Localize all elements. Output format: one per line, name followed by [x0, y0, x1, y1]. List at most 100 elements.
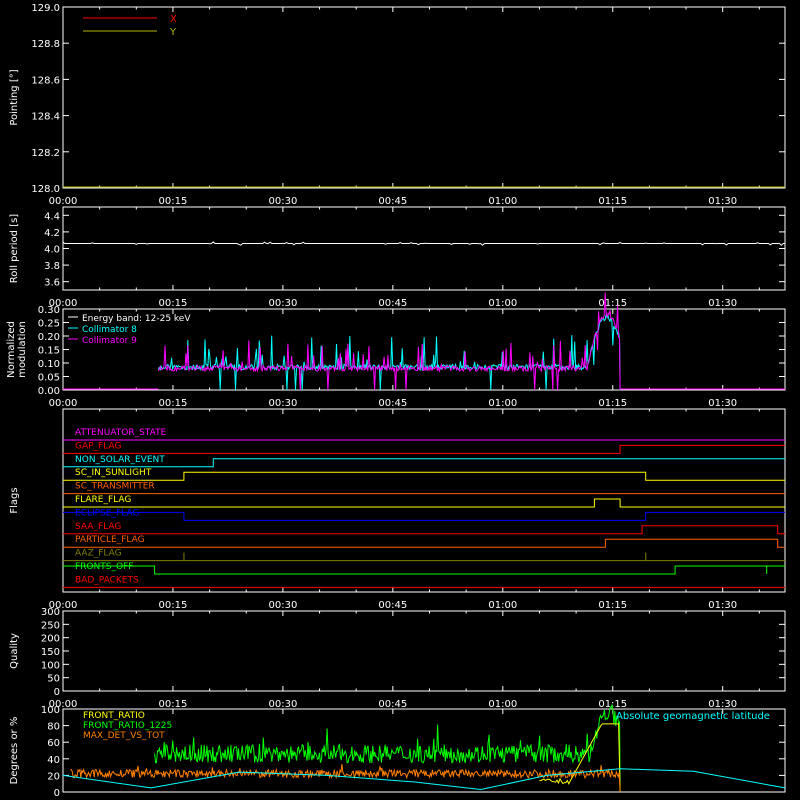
legend-label: MAX_DET_VS_TOT [83, 731, 165, 741]
x-tick-label: 01:15 [598, 600, 627, 611]
y-tick-label: 4.0 [44, 245, 60, 256]
panel-pointing: 128.0 128.2 128.4 128.6 128.8 129.0 00:00 00:15… [9, 3, 786, 207]
x-tick-label: 01:00 [488, 600, 517, 611]
y-tick-label: 128.0 [31, 184, 60, 195]
x-tick-label: 00:45 [378, 398, 407, 409]
flag-label: BAD_PACKETS [75, 575, 139, 585]
y-axis-label: Flags [9, 487, 20, 513]
x-tick-label: 01:15 [598, 398, 627, 409]
panel-quality: 05010015020025030000:00 00:15 00:30 00:45 01… [9, 607, 786, 710]
legend-label: Collimator 9 [82, 336, 137, 346]
panel-roll-period: 3.63.84.04.24.400:00 00:15 00:30 00:45 01:00… [9, 206, 786, 309]
y-tick-label: 0.15 [38, 346, 60, 357]
legend-label: Energy band: 12-25 keV [82, 314, 191, 324]
flag-label: FLARE_FLAG [75, 495, 131, 505]
y-tick-label: 3.8 [44, 261, 60, 272]
y-tick-label: 0.00 [38, 386, 60, 397]
legend-label: Collimator 8 [82, 325, 137, 335]
panel-ratios: 0 20 40 60 80 100 Degrees or % FRONT_RATIOFRONT… [9, 704, 786, 799]
series-roll-period [62, 241, 785, 246]
y-axis-label: modulation [17, 321, 28, 378]
annotation-geomagnetic-latitude: Absolute geomagnetic latitude [616, 711, 770, 722]
y-tick-label: 0.20 [38, 332, 60, 343]
x-tick-label: 00:15 [159, 398, 188, 409]
flag-line-sc-in-sunlight [63, 471, 785, 481]
flag-line-non-solar-event [63, 458, 785, 468]
y-axis-label: Degrees or % [9, 717, 20, 785]
y-tick-label: 300 [41, 607, 60, 618]
y-tick-label: 128.6 [31, 75, 60, 86]
legend-label: X [170, 14, 177, 25]
x-tick-label: 01:30 [708, 196, 737, 207]
x-tick-label: 00:30 [268, 600, 297, 611]
y-tick-label: 128.8 [31, 39, 60, 50]
y-tick-label: 60 [47, 738, 60, 749]
series-collimator-8 [157, 313, 621, 391]
plot-frame [62, 408, 786, 593]
x-tick-label: 00:45 [378, 600, 407, 611]
x-tick-label: 00:45 [378, 298, 407, 309]
x-tick-label: 01:00 [488, 196, 517, 207]
flag-label: GAP_FLAG [75, 441, 121, 451]
y-tick-label: 100 [41, 705, 60, 716]
spacecraft-quicklook-figure: 128.0 128.2 128.4 128.6 128.8 129.0 00:00 00:15… [6, 3, 786, 799]
flag-line-eclipse-flag [63, 511, 785, 521]
y-tick-label: 129.0 [31, 3, 60, 14]
flag-line-particle-flag [63, 538, 785, 548]
flag-label: FRONTS_OFF [75, 562, 133, 572]
y-tick-label: 0.05 [38, 373, 60, 384]
x-tick-label: 00:15 [159, 298, 188, 309]
series-front-ratio-1225 [154, 704, 621, 793]
x-tick-label: 01:30 [708, 699, 737, 710]
plot-frame [62, 206, 786, 291]
x-tick-label: 00:00 [49, 398, 78, 409]
y-tick-label: 4.2 [44, 228, 60, 239]
y-axis-label: Normalized [6, 321, 17, 378]
flag-line-gap-flag [63, 444, 785, 454]
x-tick-label: 00:30 [268, 196, 297, 207]
x-tick-label: 01:30 [708, 600, 737, 611]
y-tick-label: 20 [47, 771, 60, 782]
y-axis-label: Quality [9, 633, 20, 669]
flag-line-flare-flag [63, 498, 785, 508]
legend-label: FRONT_RATIO [83, 711, 145, 721]
flag-label: SAA_FLAG [75, 522, 121, 532]
panel-flags: 00:00 00:15 00:30 00:45 01:00 01:15 01:30Flags… [9, 408, 786, 611]
x-tick-label: 01:15 [598, 196, 627, 207]
y-tick-label: 0 [54, 788, 60, 799]
x-tick-label: 00:00 [49, 196, 78, 207]
y-axis-label: Pointing [°] [9, 69, 20, 125]
x-tick-label: 00:15 [159, 600, 188, 611]
x-tick-label: 01:00 [488, 398, 517, 409]
flag-line-saa-flag [63, 525, 785, 535]
y-tick-label: 0.10 [38, 359, 60, 370]
x-tick-label: 01:00 [488, 298, 517, 309]
x-tick-label: 01:30 [708, 398, 737, 409]
y-tick-label: 0 [54, 687, 60, 698]
flag-label: ECLIPSE_FLAG [75, 508, 139, 518]
y-tick-label: 0.25 [38, 319, 60, 330]
y-axis-label: Roll period [s] [9, 214, 20, 283]
legend-label: Y [169, 27, 177, 38]
panel-modulation: 0.00 0.05 0.10 0.15 0.20 0.25 0.30 00:00 00:15 00… [6, 292, 786, 409]
x-tick-label: 01:00 [488, 699, 517, 710]
y-tick-label: 250 [41, 620, 60, 631]
y-tick-label: 4.4 [44, 211, 60, 222]
flag-label: NON_SOLAR_EVENT [75, 455, 165, 465]
x-tick-label: 00:15 [159, 196, 188, 207]
y-tick-label: 80 [47, 722, 60, 733]
flag-label: PARTICLE_FLAG [75, 535, 145, 545]
y-tick-label: 3.6 [44, 278, 60, 289]
y-tick-label: 200 [41, 634, 60, 645]
y-tick-label: 128.2 [31, 148, 60, 159]
y-tick-label: 128.4 [31, 112, 60, 123]
legend-label: FRONT_RATIO_1225 [83, 721, 172, 731]
flag-label: ATTENUATOR_STATE [75, 428, 167, 438]
x-tick-label: 00:45 [378, 196, 407, 207]
x-tick-label: 01:30 [708, 298, 737, 309]
y-tick-label: 150 [41, 647, 60, 658]
y-tick-label: 50 [47, 674, 60, 685]
x-tick-label: 00:30 [268, 398, 297, 409]
y-tick-label: 100 [41, 660, 60, 671]
flag-line-fronts-off [63, 565, 785, 575]
